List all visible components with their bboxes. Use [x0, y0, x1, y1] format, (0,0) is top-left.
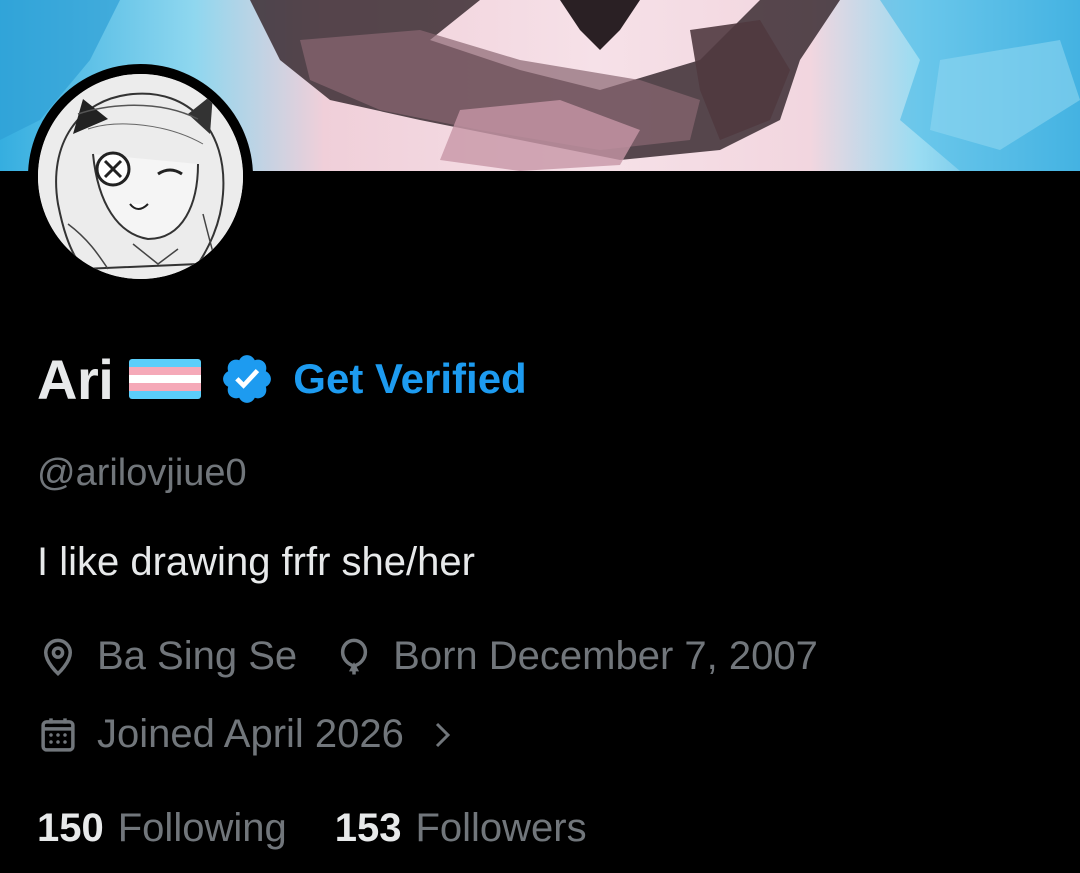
following-link[interactable]: 150 Following: [37, 806, 287, 851]
avatar-image: [38, 74, 243, 279]
location-item: Ba Sing Se: [37, 634, 297, 679]
birthday-text: Born December 7, 2007: [393, 634, 818, 678]
user-handle: @arilovjiue0: [37, 452, 247, 494]
profile-meta-row: Ba Sing Se Born December 7, 2007: [37, 634, 818, 679]
joined-text: Joined April 2026: [97, 712, 404, 756]
balloon-icon: [333, 636, 375, 678]
avatar-drawing: [38, 74, 243, 279]
following-label: Following: [117, 806, 287, 850]
joined-row[interactable]: Joined April 2026: [37, 712, 458, 757]
birthday-item: Born December 7, 2007: [333, 634, 818, 679]
display-name: Ari: [37, 347, 114, 411]
following-count: 150: [37, 806, 104, 850]
joined-item: Joined April 2026: [37, 712, 458, 757]
profile-bio: I like drawing frfr she/her: [37, 540, 475, 584]
name-row: Ari Get Verified: [37, 344, 527, 414]
profile-avatar[interactable]: [28, 64, 253, 289]
location-text: Ba Sing Se: [97, 634, 298, 678]
followers-label: Followers: [415, 806, 587, 850]
followers-link[interactable]: 153 Followers: [335, 806, 587, 851]
verified-badge-icon[interactable]: [219, 351, 275, 407]
calendar-icon: [37, 714, 79, 756]
followers-count: 153: [334, 806, 402, 850]
get-verified-link[interactable]: Get Verified: [293, 355, 526, 403]
profile-page: Ari Get Verified @arilovjiue0 I like dra…: [0, 0, 1080, 873]
chevron-right-icon[interactable]: [428, 717, 458, 753]
follow-stats: 150 Following 153 Followers: [37, 806, 587, 851]
location-pin-icon: [37, 636, 79, 678]
transgender-flag-icon: [127, 355, 203, 403]
